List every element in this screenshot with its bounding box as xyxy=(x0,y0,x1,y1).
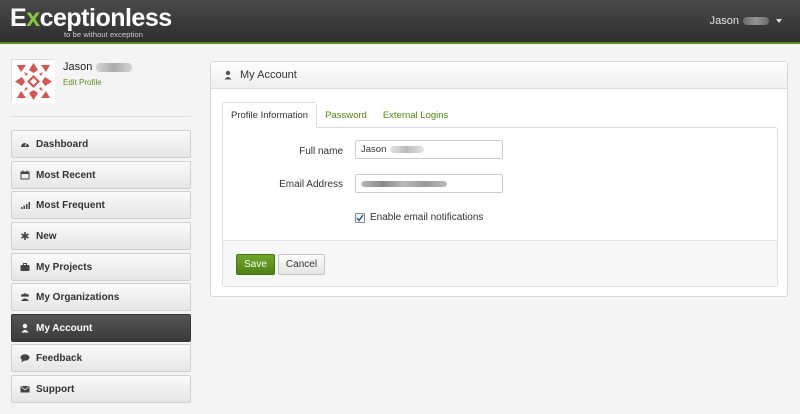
sidebar-item-label: My Account xyxy=(36,322,93,334)
sidebar-item-new[interactable]: New xyxy=(11,222,191,250)
sidebar-item-my-organizations[interactable]: My Organizations xyxy=(11,283,191,311)
user-menu-name: Jason xyxy=(709,15,739,27)
email-notifications-option[interactable]: Enable email notifications xyxy=(355,212,483,223)
identicon-icon xyxy=(12,60,55,103)
profile-first-name: Jason xyxy=(63,61,93,73)
calendar-icon xyxy=(19,170,30,181)
email-field[interactable] xyxy=(355,174,503,193)
sidebar-item-label: Most Frequent xyxy=(36,199,105,211)
asterisk-icon xyxy=(19,231,30,242)
comment-icon xyxy=(19,353,30,364)
full-name-field[interactable]: Jason xyxy=(355,140,503,159)
email-notifications-checkbox[interactable] xyxy=(355,212,365,223)
sidebar-item-label: My Organizations xyxy=(36,291,120,303)
my-account-panel: My Account Profile Information Password … xyxy=(210,61,788,297)
sidebar-item-label: My Projects xyxy=(36,261,93,273)
sidebar-item-support[interactable]: Support xyxy=(11,375,191,403)
checkmark-icon xyxy=(356,214,364,222)
tab-profile-information[interactable]: Profile Information xyxy=(222,102,318,128)
tab-external-logins[interactable]: External Logins xyxy=(375,102,456,128)
group-icon xyxy=(19,292,30,303)
redacted-email xyxy=(361,180,447,187)
full-name-label: Full name xyxy=(299,146,343,157)
user-icon xyxy=(19,323,30,334)
exceptionless-logo[interactable]: Exceptionless xyxy=(10,4,172,32)
envelope-icon xyxy=(19,384,30,395)
panel-title: My Account xyxy=(240,69,297,81)
form-actions: Save Cancel xyxy=(223,241,777,286)
cancel-button[interactable]: Cancel xyxy=(278,254,325,275)
logo-tagline: to be without exception xyxy=(64,30,144,39)
sidebar-item-most-frequent[interactable]: Most Frequent xyxy=(11,191,191,219)
redacted-surname xyxy=(743,17,769,25)
tab-password[interactable]: Password xyxy=(317,102,375,128)
sidebar-item-label: Feedback xyxy=(36,352,83,364)
sidebar-item-dashboard[interactable]: Dashboard xyxy=(11,130,191,158)
redacted-surname xyxy=(96,62,133,72)
sidebar-item-label: Most Recent xyxy=(36,169,96,181)
sidebar-item-label: Dashboard xyxy=(36,138,89,150)
sidebar-item-my-account[interactable]: My Account xyxy=(11,314,191,342)
email-notifications-label: Enable email notifications xyxy=(370,212,484,223)
edit-profile-link[interactable]: Edit Profile xyxy=(63,78,102,87)
caret-down-icon xyxy=(776,19,782,23)
redacted-surname xyxy=(390,146,425,153)
briefcase-icon xyxy=(19,262,30,273)
sidebar-item-feedback[interactable]: Feedback xyxy=(11,344,191,372)
account-tabs: Profile Information Password External Lo… xyxy=(222,102,456,128)
full-name-value: Jason xyxy=(361,144,387,155)
user-menu-dropdown[interactable]: Jason xyxy=(710,14,782,28)
sidebar-item-label: Support xyxy=(36,383,75,395)
sidebar-item-most-recent[interactable]: Most Recent xyxy=(11,161,191,189)
sidebar-divider xyxy=(11,116,191,117)
panel-header: My Account xyxy=(211,62,787,89)
sidebar-item-my-projects[interactable]: My Projects xyxy=(11,253,191,281)
dashboard-icon xyxy=(19,139,30,150)
profile-information-pane: Full name Jason Email Address Enable ema… xyxy=(222,127,778,287)
signal-bars-icon xyxy=(19,200,30,211)
email-label: Email Address xyxy=(279,179,343,190)
top-navbar: Exceptionless to be without exception Ja… xyxy=(0,0,800,44)
sidebar-item-label: New xyxy=(36,230,57,242)
user-icon xyxy=(223,70,233,80)
avatar[interactable] xyxy=(11,59,55,103)
save-button[interactable]: Save xyxy=(236,254,275,275)
profile-name: Jason xyxy=(63,61,133,73)
